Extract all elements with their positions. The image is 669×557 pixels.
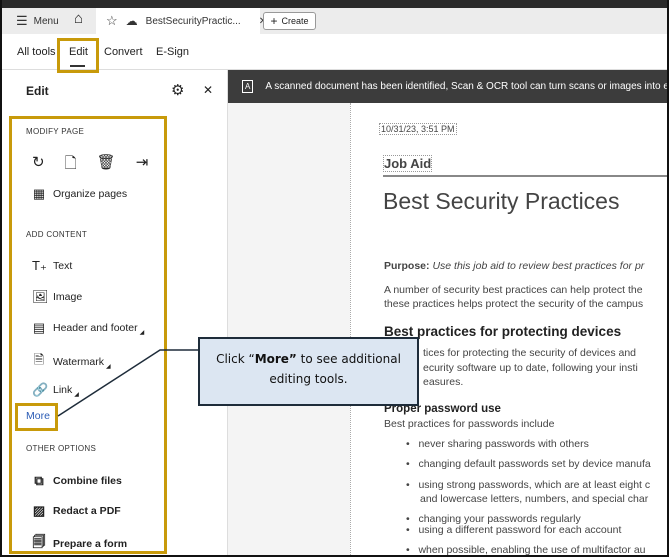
instruction-callout: Click “More” to see additional editing to…: [198, 337, 419, 406]
callout-pointer: [57, 349, 198, 417]
